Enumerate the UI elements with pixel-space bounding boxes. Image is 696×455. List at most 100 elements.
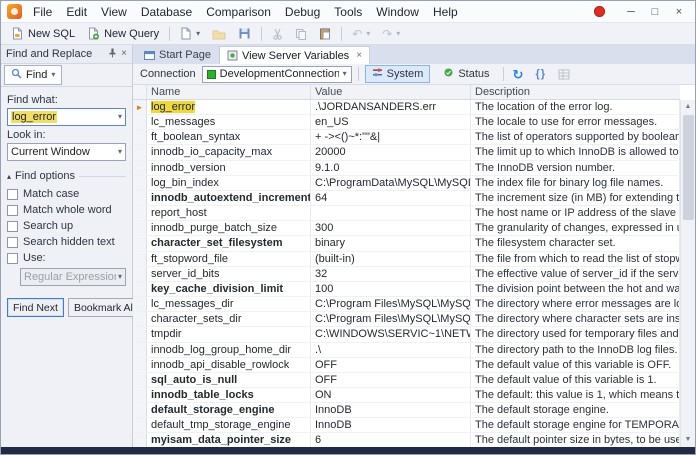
refresh-button[interactable]: ↻ <box>510 67 527 82</box>
table-row[interactable]: innodb_io_capacity_max 20000 The limit up … <box>133 145 680 161</box>
scroll-up-button[interactable]: ▲ <box>685 100 692 114</box>
find-option-search-up[interactable]: Search up <box>7 218 126 234</box>
variable-value-cell[interactable]: 9.1.0 <box>311 160 471 175</box>
checkbox[interactable] <box>7 204 18 216</box>
status-variables-toggle[interactable]: Status <box>436 65 496 83</box>
find-next-button[interactable]: Find Next <box>7 298 64 317</box>
variable-value-cell[interactable]: en_US <box>311 115 471 130</box>
copy-button[interactable] <box>290 26 312 42</box>
open-file-button[interactable] <box>207 26 231 42</box>
table-row[interactable]: innodb_purge_batch_size 300 The granularit… <box>133 221 680 237</box>
table-row[interactable]: ft_stopword_file (built-in) The file from … <box>133 251 680 267</box>
paste-button[interactable] <box>314 25 336 42</box>
table-row[interactable]: character_sets_dir C:\Program Files\MySQL… <box>133 312 680 328</box>
script-braces-button[interactable]: {} <box>532 67 549 81</box>
variable-value-cell[interactable]: C:\ProgramData\MySQL\MySQL Server 9... <box>311 175 471 190</box>
variable-value-cell[interactable]: ON <box>311 387 471 403</box>
variable-value-cell[interactable]: .\ <box>311 342 471 357</box>
scrollbar-thumb[interactable] <box>682 115 694 220</box>
panel-close-icon[interactable]: × <box>121 49 127 59</box>
table-row[interactable]: sql_auto_is_null OFF The default value of … <box>133 372 680 388</box>
bookmark-all-button[interactable]: Bookmark All <box>67 298 142 317</box>
tab-start-page[interactable]: Start Page <box>137 46 218 64</box>
menu-file[interactable]: File <box>26 2 59 22</box>
close-button[interactable]: × <box>667 4 691 20</box>
variable-value-cell[interactable]: 32 <box>311 266 471 281</box>
variable-value-cell[interactable]: 300 <box>311 221 471 236</box>
variable-value-cell[interactable]: OFF <box>311 372 471 387</box>
find-mode-dropdown[interactable]: Find ▾ <box>4 65 63 85</box>
table-row[interactable]: server_id_bits 32 The effective value of s… <box>133 266 680 282</box>
column-header-name[interactable]: Name <box>147 85 311 99</box>
undo-button[interactable]: ↶ ▾ <box>347 26 375 42</box>
variable-value-cell[interactable]: binary <box>311 236 471 251</box>
checkbox[interactable] <box>7 252 18 264</box>
table-row[interactable]: innodb_api_disable_rowlock OFF The default… <box>133 357 680 373</box>
new-document-dropdown-button[interactable]: ▾ <box>175 25 205 42</box>
vertical-scrollbar[interactable]: ▲ ▼ <box>680 100 695 447</box>
table-row[interactable]: innodb_autoextend_increment 64 The increme… <box>133 190 680 207</box>
new-query-button[interactable]: New Query <box>82 25 164 42</box>
checkbox[interactable] <box>7 236 18 248</box>
table-row[interactable]: tmpdirC:\WINDOWS\SERVIC~1\NETWOR~1\Ap...… <box>133 327 680 343</box>
find-option-use[interactable]: Use: <box>7 250 126 266</box>
save-button[interactable] <box>233 25 256 42</box>
table-row[interactable]: default_tmp_storage_engine InnoDB The defa… <box>133 418 680 434</box>
menu-comparison[interactable]: Comparison <box>199 2 278 22</box>
variable-value-cell[interactable]: 6 <box>311 433 471 447</box>
table-row[interactable]: log_bin_index C:\ProgramData\MySQL\MySQL … <box>133 175 680 191</box>
table-row[interactable]: report_host The host name or IP address o… <box>133 206 680 222</box>
variable-value-cell[interactable]: C:\WINDOWS\SERVIC~1\NETWOR~1\Ap... <box>311 327 471 342</box>
table-row[interactable]: ► log_error .\JORDANSANDERS.err The locatio… <box>133 100 680 116</box>
scroll-down-button[interactable]: ▼ <box>685 433 692 447</box>
look-in-select[interactable]: Current Window ▾ <box>7 143 126 161</box>
redo-button[interactable]: ↷ ▾ <box>377 26 405 42</box>
menu-view[interactable]: View <box>94 2 134 22</box>
cut-button[interactable] <box>267 26 288 42</box>
variable-value-cell[interactable]: 20000 <box>311 145 471 160</box>
variable-value-cell[interactable]: InnoDB <box>311 403 471 418</box>
variable-value-cell[interactable] <box>311 206 471 221</box>
maximize-button[interactable]: □ <box>643 4 667 20</box>
find-option-match-case[interactable]: Match case <box>7 186 126 202</box>
find-option-search-hidden-text[interactable]: Search hidden text <box>7 234 126 250</box>
table-row[interactable]: myisam_data_pointer_size 6 The default poi… <box>133 433 680 447</box>
table-row[interactable]: character_set_filesystem binary The filesy… <box>133 236 680 252</box>
variable-value-cell[interactable]: InnoDB <box>311 418 471 433</box>
variable-value-cell[interactable]: 64 <box>311 190 471 206</box>
table-row[interactable]: lc_messages_dir C:\Program Files\MySQL\My… <box>133 297 680 313</box>
chevron-down-icon[interactable]: ▾ <box>118 113 122 121</box>
pin-icon[interactable] <box>108 48 117 61</box>
table-row[interactable]: innodb_log_group_home_dir .\ The directory… <box>133 342 680 358</box>
variable-value-cell[interactable]: (built-in) <box>311 251 471 266</box>
column-header-description[interactable]: Description <box>471 85 680 99</box>
column-header-value[interactable]: Value <box>311 85 471 99</box>
find-option-match-whole-word[interactable]: Match whole word <box>7 202 126 218</box>
checkbox[interactable] <box>7 220 18 232</box>
menu-window[interactable]: Window <box>369 2 426 22</box>
find-what-input[interactable]: log_error ▾ <box>7 108 126 126</box>
variable-value-cell[interactable]: + -><()~*:""&| <box>311 130 471 145</box>
menu-help[interactable]: Help <box>426 2 465 22</box>
find-options-header[interactable]: ▴ Find options <box>7 170 126 182</box>
table-row[interactable]: innodb_table_locks ON The default: this va… <box>133 387 680 404</box>
new-sql-button[interactable]: New SQL <box>6 25 80 42</box>
table-row[interactable]: lc_messages en_US The locale to use for er… <box>133 115 680 131</box>
variable-value-cell[interactable]: OFF <box>311 357 471 372</box>
menu-debug[interactable]: Debug <box>278 2 327 22</box>
tab-view-server-variables[interactable]: View Server Variables × <box>218 46 371 64</box>
menu-edit[interactable]: Edit <box>59 2 94 22</box>
checkbox[interactable] <box>7 188 18 200</box>
table-row[interactable]: ft_boolean_syntax + -><()~*:""&| The list … <box>133 130 680 146</box>
table-row[interactable]: innodb_version 9.1.0 The InnoDB version nu… <box>133 160 680 176</box>
system-variables-toggle[interactable]: System <box>364 65 431 83</box>
variable-value-cell[interactable]: C:\Program Files\MySQL\MySQL Server 9... <box>311 297 471 312</box>
menu-database[interactable]: Database <box>134 2 199 22</box>
connection-select[interactable]: DevelopmentConnection ▾ <box>201 65 352 83</box>
variable-value-cell[interactable]: .\JORDANSANDERS.err <box>311 100 471 115</box>
table-row[interactable]: key_cache_division_limit 100 The division … <box>133 281 680 298</box>
table-row[interactable]: default_storage_engine InnoDB The default … <box>133 403 680 419</box>
variable-value-cell[interactable]: C:\Program Files\MySQL\MySQL Server 9... <box>311 312 471 327</box>
tab-close-icon[interactable]: × <box>356 50 362 61</box>
export-grid-button[interactable] <box>555 68 573 81</box>
